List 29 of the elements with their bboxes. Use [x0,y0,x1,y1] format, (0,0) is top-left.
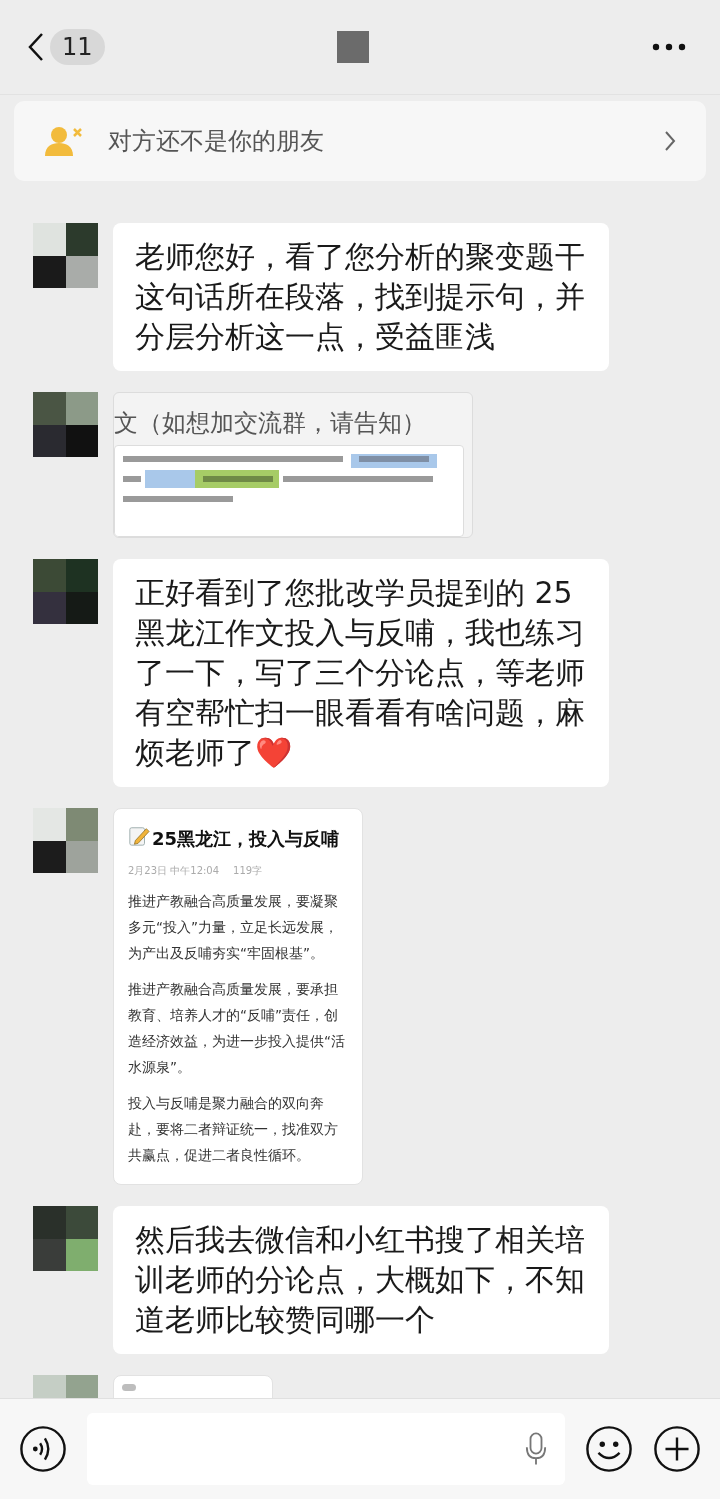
message-text: 老师您好，看了您分析的聚变题干这句话所在段落，找到提示句，并分层分析这一点，受益匪浅 [135,239,585,354]
document-heading: 文（如想加交流群，请告知） [114,408,427,439]
image-message[interactable]: 文（如想加交流群，请告知） [113,392,473,538]
message-input[interactable] [87,1413,565,1485]
note-paragraph: 推进产教融合高质量发展，要凝聚多元“投入”力量，立足长远发展，为产出及反哺夯实“牢固根基”。 [128,892,339,963]
note-card[interactable]: 25黑龙江，投入与反哺 2月23日 中午12:04 119字 推进产教融合高质量发展，要凝聚多元“投入”力量，立足长远发展，为产出及反哺夯实“牢固根基”。 推进产教融合高质量发展，要承担教育、培养人才的“反哺”责任，创造经济效益，为进一步投入提供“活水源泉”。 投入与反哺是聚力融合的双向奔赴，要将二者辩证统一，找准双方共赢点，促进二者良性循环。 [113,808,363,1185]
chevron-right-icon [664,130,676,152]
microphone-icon[interactable] [525,1432,547,1466]
message-text: 正好看到了您批改学员提到的 25 黑龙江作文投入与反哺，我也练习了一下，写了三个分论点，等老师有空帮忙扫一眼看看有啥问题，麻烦老师了❤ [135,575,585,770]
message-text: 然后我去微信和小红书搜了相关培训老师的分论点，大概如下，不知道老师比较赞同哪一个 [135,1222,585,1337]
note-paragraph: 推进产教融合高质量发展，要承担教育、培养人才的“反哺”责任，创造经济效益，为进一步投入提供“活水源泉”。 [128,980,346,1077]
banner-text: 对方还不是你的朋友 [108,126,325,157]
voice-icon[interactable] [19,1425,67,1473]
avatar[interactable] [33,808,98,873]
back-icon[interactable] [28,32,44,62]
person-remove-icon [44,125,84,157]
note-date: 2月23日 中午12:04 [128,864,220,878]
note-title: 25黑龙江，投入与反哺 [152,827,340,851]
not-friend-banner[interactable]: 对方还不是你的朋友 [14,101,706,181]
unread-count: 11 [50,29,105,65]
word-count: 119字 [233,864,263,878]
more-icon[interactable] [652,43,686,51]
title-redaction [337,31,370,63]
emoji-icon[interactable] [585,1425,633,1473]
memo-pencil-icon [128,825,150,847]
avatar[interactable] [33,392,98,457]
plus-icon[interactable] [653,1425,701,1473]
note-paragraph: 投入与反哺是聚力融合的双向奔赴，要将二者辩证统一，找准双方共赢点，促进二者良性循环。 [128,1094,339,1165]
avatar[interactable] [33,223,98,288]
